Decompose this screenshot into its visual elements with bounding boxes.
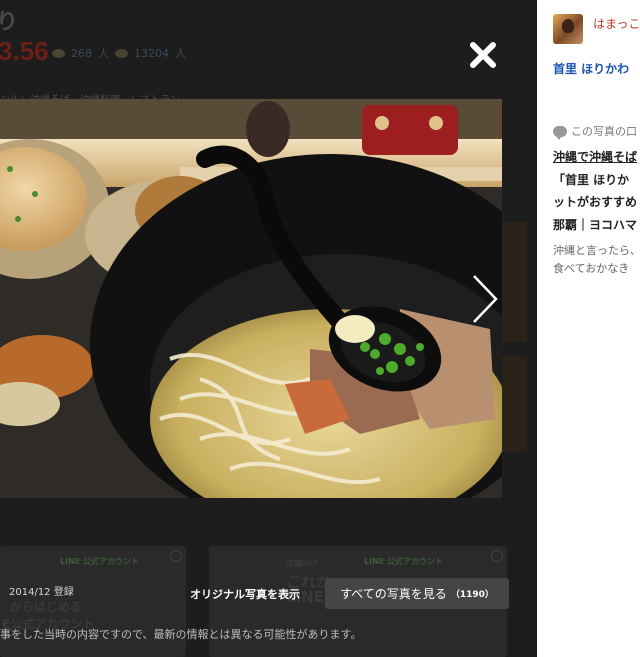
review-unit: 人 <box>98 47 109 60</box>
chevron-right-icon <box>473 275 498 323</box>
all-photos-button[interactable]: すべての写真を見る （1190） <box>325 578 509 609</box>
article-title-line: 沖縄で沖縄そば <box>553 150 638 164</box>
all-photos-count: （1190） <box>450 590 494 600</box>
ad-sub: 店舗向け <box>286 559 318 568</box>
avatar[interactable] <box>553 14 583 44</box>
ad-line: からはじめる <box>10 600 83 614</box>
article-description: 沖縄と言ったら、 食べておかなき <box>553 242 640 278</box>
location-link[interactable]: 首里 ほりかわ <box>553 60 629 77</box>
add-icon <box>491 550 503 562</box>
photo-viewer-image <box>0 99 502 498</box>
comment-icon <box>553 125 567 140</box>
add-icon <box>170 550 182 562</box>
background-thumbnail <box>501 222 527 342</box>
review-icon <box>52 48 65 58</box>
registered-date: 2014/12 登録 <box>9 587 74 598</box>
save-unit: 人 <box>175 47 186 60</box>
article-title-link[interactable]: 沖縄で沖縄そば 「首里 ほりか ットがおすすめ 那覇｜ヨコハマ <box>553 146 640 236</box>
user-name-link[interactable]: はまっこ <box>593 15 640 32</box>
all-photos-label: すべての写真を見る <box>340 587 447 601</box>
original-photo-link[interactable]: オリジナル写真を表示 <box>190 586 300 602</box>
photo-sidebar: はまっこ 首里 ほりかわ この写真の口 沖縄で沖縄そば 「首里 ほりか ットがお… <box>537 0 640 657</box>
next-photo-button[interactable] <box>468 272 502 326</box>
article-title-line: 那覇｜ヨコハマ <box>553 217 638 232</box>
close-icon <box>470 42 496 68</box>
section-heading-text: この写真の口 <box>571 125 637 138</box>
section-heading: この写真の口 <box>553 123 637 140</box>
article-title-line: ットがおすすめ <box>553 195 638 209</box>
rating-stats: 268 人 13204 人 <box>52 45 186 61</box>
bookmark-icon <box>115 48 128 58</box>
article-desc-line: 食べておかなき <box>553 262 630 275</box>
ad-tag: LINE 公式アカウント <box>60 557 140 566</box>
save-count: 13204 <box>134 46 169 60</box>
disclaimer-notice: 事をした当時の内容ですので、最新の情報とは異なる可能性があります。 <box>0 628 362 641</box>
soba-photo <box>0 99 502 498</box>
restaurant-title: り <box>0 10 19 35</box>
article-desc-line: 沖縄と言ったら、 <box>553 244 640 257</box>
review-count: 268 <box>71 46 92 60</box>
close-button[interactable] <box>466 38 500 72</box>
rating-score: 3.56 <box>0 36 49 66</box>
ad-tag: LINE 公式アカウント <box>364 557 444 566</box>
article-title-line: 「首里 ほりか <box>553 172 630 187</box>
background-thumbnail <box>501 356 527 452</box>
